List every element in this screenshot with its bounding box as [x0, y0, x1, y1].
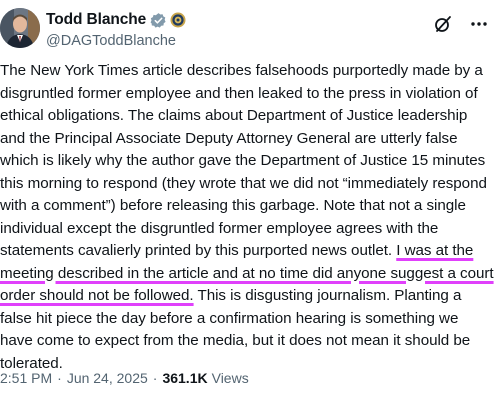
tweet-date[interactable]: Jun 24, 2025 — [67, 370, 148, 386]
views-count[interactable]: 361.1K — [162, 370, 207, 386]
tweet-header: Todd Blanche @DAGToddBlanche — [0, 0, 495, 58]
tweet-meta: 2:51 PM · Jun 24, 2025 · 361.1K Views — [0, 370, 249, 386]
government-seal-icon[interactable] — [170, 12, 186, 28]
handle[interactable]: @DAGToddBlanche — [46, 33, 186, 49]
author-info: Todd Blanche @DAGToddBlanche — [46, 10, 186, 49]
tweet-text: The New York Times article describes fal… — [0, 60, 495, 375]
grok-icon[interactable] — [433, 14, 453, 34]
display-name[interactable]: Todd Blanche — [46, 11, 146, 29]
meta-separator: · — [152, 370, 158, 386]
header-actions — [433, 14, 489, 34]
avatar[interactable] — [0, 8, 40, 48]
views-label: Views — [211, 370, 249, 386]
tweet-text-before: The New York Times article describes fal… — [0, 62, 487, 259]
more-icon[interactable] — [469, 14, 489, 34]
tweet-time[interactable]: 2:51 PM — [0, 370, 52, 386]
verified-badge-icon[interactable] — [150, 12, 167, 29]
meta-separator: · — [57, 370, 62, 386]
avatar-image — [0, 8, 40, 48]
